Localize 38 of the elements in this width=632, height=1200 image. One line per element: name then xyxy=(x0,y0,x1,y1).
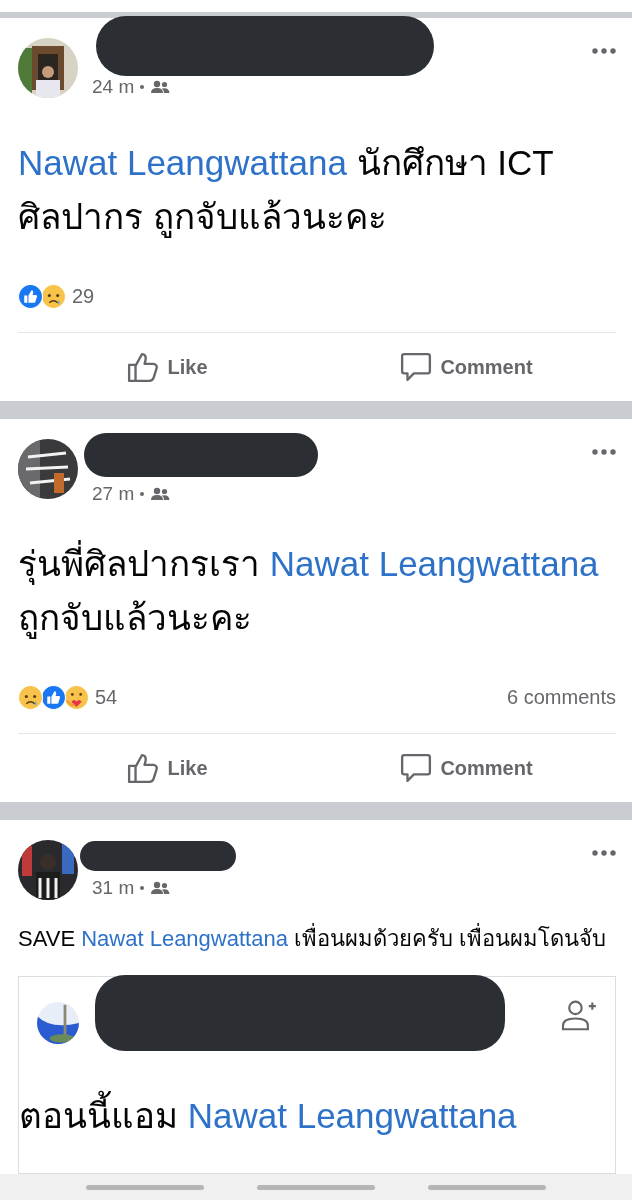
comment-button[interactable]: Comment xyxy=(317,333,616,401)
separator-dot-icon xyxy=(140,886,145,890)
care-reaction-icon xyxy=(64,684,89,710)
separator-dot-icon xyxy=(140,492,145,496)
sad-reaction-icon xyxy=(18,684,43,710)
nav-handle[interactable] xyxy=(86,1184,205,1190)
post-text: SAVE Nawat Leangwattana เพื่อนผมด้วยครับ เพื่อนผมโดนจับ xyxy=(18,900,616,976)
mention-link[interactable]: Nawat Leangwattana xyxy=(187,1096,517,1135)
reaction-count[interactable]: 54 xyxy=(95,685,118,709)
like-button[interactable]: Like xyxy=(18,734,317,802)
mention-link[interactable]: Nawat Leangwattana xyxy=(269,544,599,583)
friends-icon[interactable] xyxy=(150,487,171,501)
friends-icon[interactable] xyxy=(150,80,171,94)
more-options-icon[interactable] xyxy=(592,850,616,856)
shared-post-text: ตอนนี้แอม Nawat Leangwattana xyxy=(19,1051,615,1173)
add-friend-icon[interactable] xyxy=(561,999,597,1031)
more-options-icon[interactable] xyxy=(592,48,616,54)
like-reaction-icon xyxy=(41,684,66,710)
comment-button[interactable]: Comment xyxy=(317,734,616,802)
more-options-icon[interactable] xyxy=(592,449,616,455)
like-reaction-icon xyxy=(18,283,43,309)
thumbs-up-icon xyxy=(127,351,160,383)
post-text: Nawat Leangwattana นักศึกษา ICT ศิลปากร ถูกจับแล้วนะคะ xyxy=(18,142,555,240)
speech-bubble-icon xyxy=(400,351,433,383)
nav-handle[interactable] xyxy=(257,1184,375,1190)
post-time: 24 m xyxy=(92,76,135,98)
friends-icon[interactable] xyxy=(150,881,171,895)
separator-dot-icon xyxy=(140,85,145,89)
comment-count[interactable]: 6 comments xyxy=(507,685,616,709)
nav-handle[interactable] xyxy=(427,1184,546,1190)
speech-bubble-icon xyxy=(400,752,433,784)
sad-reaction-icon xyxy=(41,283,66,309)
mention-link[interactable]: Nawat Leangwattana xyxy=(18,143,347,182)
thumbs-up-icon xyxy=(127,752,160,784)
reaction-count[interactable]: 29 xyxy=(72,284,95,308)
post-time: 31 m xyxy=(92,877,135,899)
mention-link[interactable]: Nawat Leangwattana xyxy=(81,926,288,951)
like-button[interactable]: Like xyxy=(18,333,317,401)
